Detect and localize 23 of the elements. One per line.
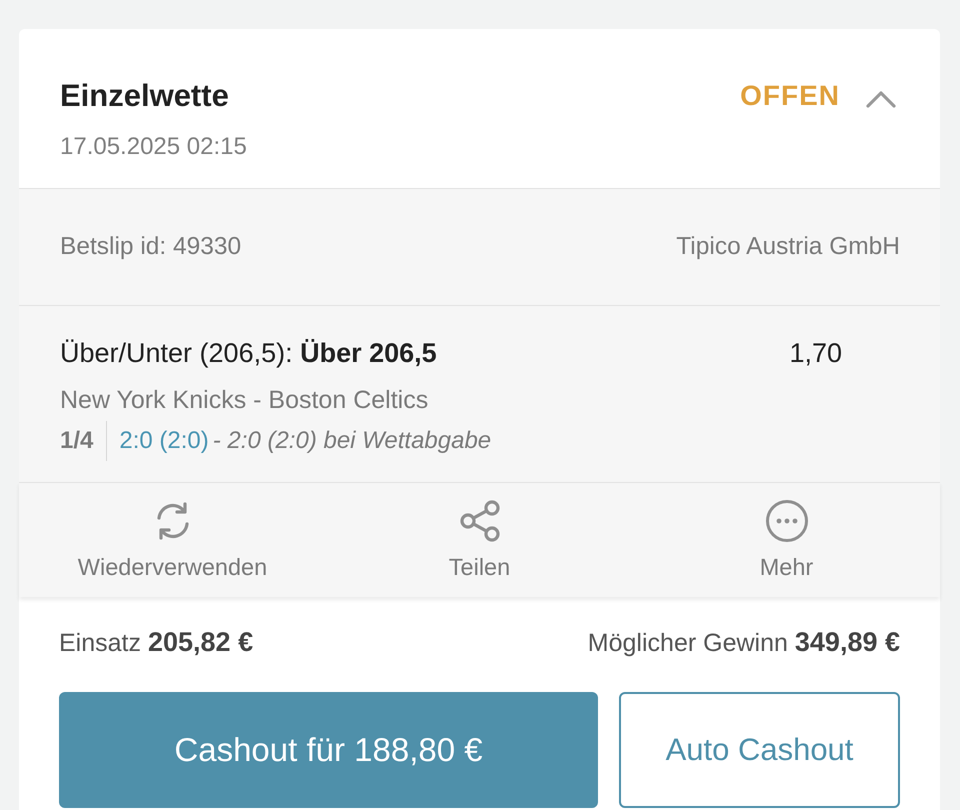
provider-name: Tipico Austria GmbH bbox=[676, 233, 900, 261]
score-at-bet: - 2:0 (2:0) bei Wettabgabe bbox=[212, 427, 492, 455]
live-score: 2:0 (2:0) bbox=[119, 427, 209, 455]
share-button[interactable]: Teilen bbox=[326, 483, 633, 597]
auto-cashout-button[interactable]: Auto Cashout bbox=[619, 692, 900, 808]
period-label: 1/4 bbox=[60, 427, 94, 455]
reuse-button[interactable]: Wiederverwenden bbox=[19, 483, 326, 597]
chevron-icon[interactable] bbox=[866, 90, 896, 108]
status-label: OFFEN bbox=[740, 80, 840, 112]
stake-amount: 205,82 € bbox=[148, 627, 254, 657]
bet-date: 17.05.2025 02:15 bbox=[60, 132, 247, 162]
potential-win-amount: 349,89 € bbox=[794, 627, 900, 657]
event-name: New York Knicks - Boston Celtics bbox=[60, 385, 430, 416]
betslip-id: Betslip id: 49330 bbox=[60, 233, 242, 261]
more-button[interactable]: Mehr bbox=[633, 483, 940, 597]
more-icon bbox=[764, 499, 808, 543]
share-icon bbox=[458, 499, 502, 543]
bet-type-title: Einzelwette bbox=[60, 77, 230, 115]
odds-value: 1,70 bbox=[789, 337, 842, 370]
stake-label: Einsatz bbox=[59, 629, 141, 657]
potential-win-label: Möglicher Gewinn bbox=[588, 629, 788, 657]
cashout-button[interactable]: Cashout für 188,80 € bbox=[59, 692, 598, 808]
market-selection: Über/Unter (206,5): Über 206,5 bbox=[60, 337, 438, 370]
